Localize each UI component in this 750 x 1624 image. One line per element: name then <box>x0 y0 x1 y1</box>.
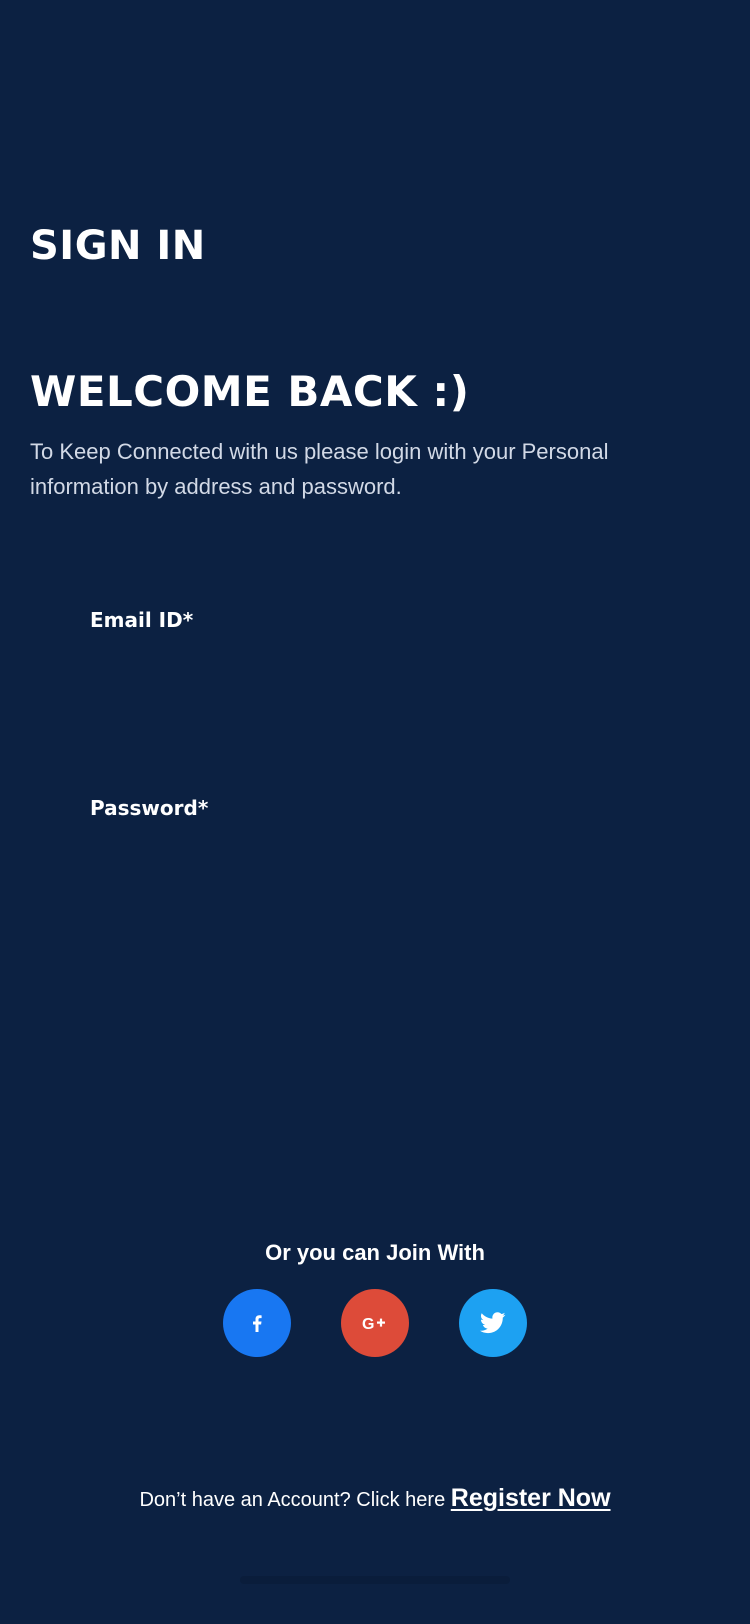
password-label: Password* <box>90 796 209 820</box>
password-input[interactable] <box>90 836 690 892</box>
register-footer: Don’t have an Account? Click here Regist… <box>0 1480 750 1518</box>
facebook-login-button[interactable] <box>223 1289 291 1357</box>
svg-text:G: G <box>362 1316 374 1333</box>
google-plus-login-button[interactable]: G <box>341 1289 409 1357</box>
twitter-icon <box>480 1312 506 1334</box>
page-title: SIGN IN <box>30 223 206 269</box>
welcome-description: To Keep Connected with us please login w… <box>30 439 609 499</box>
password-field-group: Password* <box>90 794 690 892</box>
welcome-title: WELCOME BACK :) <box>30 367 470 416</box>
register-prompt: Don’t have an Account? Click here <box>139 1489 446 1511</box>
email-field-group: Email ID* <box>90 606 690 704</box>
twitter-login-button[interactable] <box>459 1289 527 1357</box>
google-plus-icon: G <box>360 1313 390 1333</box>
facebook-icon <box>245 1311 269 1335</box>
email-input[interactable] <box>90 648 690 704</box>
register-now-link[interactable]: Register Now <box>451 1484 611 1512</box>
home-indicator <box>240 1576 510 1584</box>
social-join-prompt: Or you can Join With <box>265 1240 485 1265</box>
email-label: Email ID* <box>90 608 194 632</box>
